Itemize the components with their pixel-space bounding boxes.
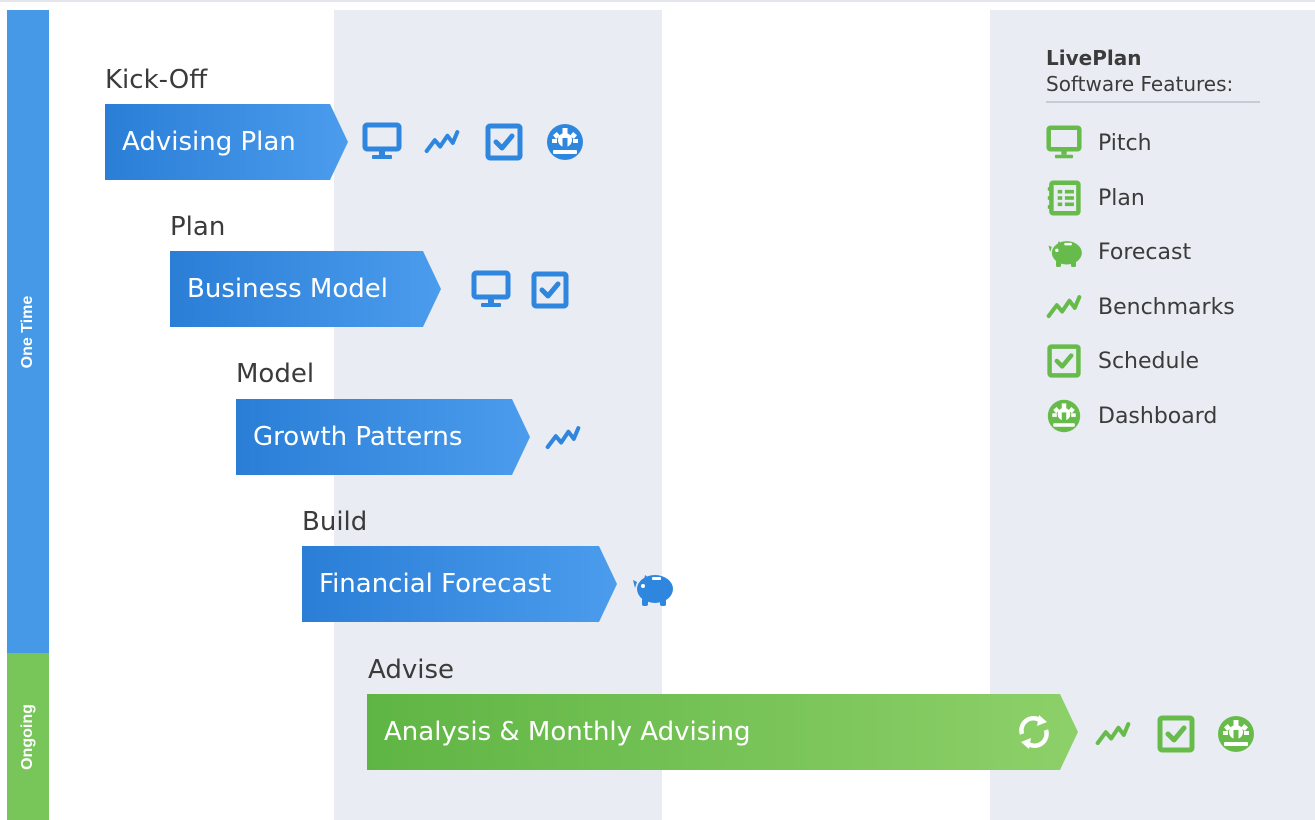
schedule-icon — [484, 122, 524, 162]
dashboard-icon — [545, 122, 585, 162]
step-label: Growth Patterns — [253, 422, 463, 452]
stage-label-plan: Plan — [170, 212, 226, 242]
schedule-icon — [530, 270, 570, 310]
plan-icon — [1046, 180, 1082, 216]
step-label: Analysis & Monthly Advising — [384, 717, 751, 747]
benchmarks-icon — [424, 124, 460, 160]
ongoing-label: Ongoing — [19, 703, 36, 770]
legend-item-schedule: Schedule — [1046, 346, 1199, 376]
benchmarks-icon — [1046, 289, 1082, 325]
piggy-bank-icon — [1046, 235, 1086, 269]
one-time-label: One Time — [19, 295, 36, 368]
legend-label: Forecast — [1098, 239, 1192, 265]
dashboard-icon — [1216, 714, 1256, 754]
step-label: Financial Forecast — [319, 569, 552, 599]
legend-item-dashboard: Dashboard — [1046, 401, 1217, 431]
schedule-icon — [1046, 343, 1082, 379]
legend-item-forecast: Forecast — [1046, 237, 1191, 267]
legend-item-pitch: Pitch — [1046, 128, 1152, 158]
schedule-icon — [1156, 714, 1196, 754]
stage-label-advise: Advise — [368, 655, 454, 685]
step-advising-plan: Advising Plan — [105, 104, 348, 180]
legend-item-plan: Plan — [1046, 183, 1145, 213]
top-divider — [0, 0, 1315, 2]
step-label: Advising Plan — [122, 127, 296, 157]
step-business-model: Business Model — [170, 251, 441, 327]
ongoing-bar: Ongoing — [7, 653, 49, 820]
stage-label-build: Build — [302, 507, 368, 537]
legend-label: Plan — [1098, 185, 1145, 211]
monitor-icon — [362, 122, 402, 162]
legend-label: Pitch — [1098, 130, 1152, 156]
stage-label-model: Model — [236, 359, 315, 389]
piggy-bank-icon — [630, 568, 678, 608]
benchmarks-icon — [545, 420, 581, 456]
legend-divider — [1046, 101, 1260, 103]
step-growth-patterns: Growth Patterns — [236, 399, 530, 475]
legend-item-benchmarks: Benchmarks — [1046, 292, 1235, 322]
legend-subtitle: Software Features: — [1046, 72, 1234, 96]
step-analysis-monthly-advising: Analysis & Monthly Advising — [367, 694, 1078, 770]
legend-label: Dashboard — [1098, 403, 1218, 429]
one-time-bar: One Time — [7, 10, 49, 653]
legend-title: LivePlan — [1046, 46, 1142, 70]
dashboard-icon — [1046, 398, 1082, 434]
recurring-icon — [1014, 712, 1054, 752]
benchmarks-icon — [1095, 716, 1131, 752]
monitor-icon — [1046, 125, 1082, 161]
legend-label: Schedule — [1098, 348, 1200, 374]
legend-label: Benchmarks — [1098, 294, 1235, 320]
stage-label-kickoff: Kick-Off — [105, 65, 208, 95]
step-financial-forecast: Financial Forecast — [302, 546, 617, 622]
step-label: Business Model — [187, 274, 388, 304]
monitor-icon — [471, 270, 511, 310]
